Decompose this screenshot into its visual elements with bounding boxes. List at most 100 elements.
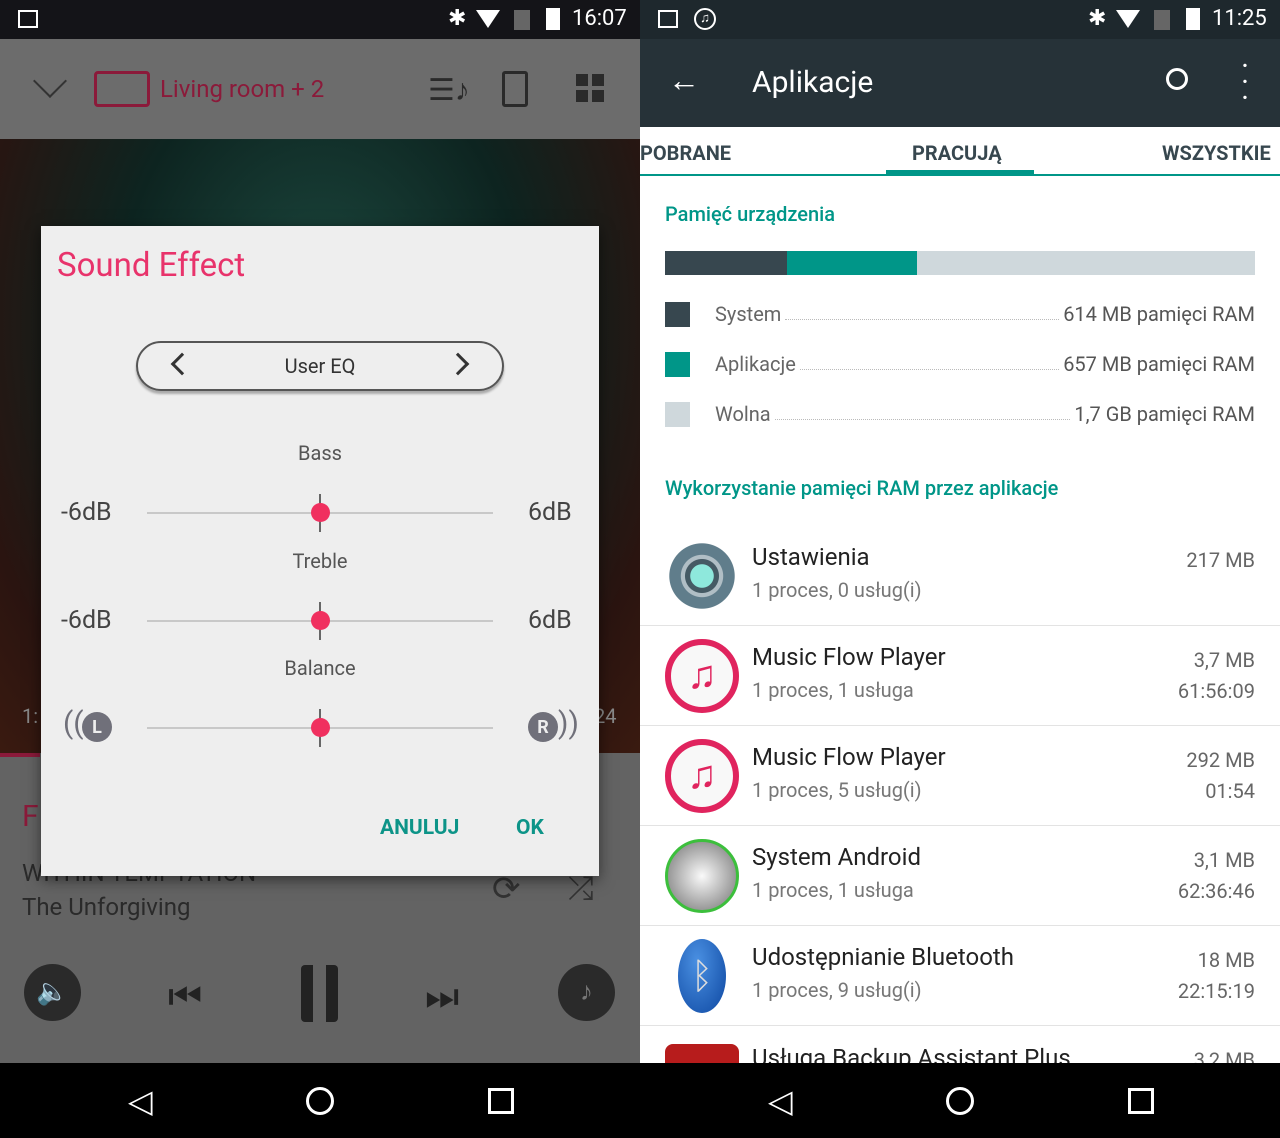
app-name: System Android xyxy=(752,843,921,871)
tab-all[interactable]: WSZYSTKIE xyxy=(1162,141,1271,165)
ram-usage-heading: Wykorzystanie pamięci RAM przez aplikacj… xyxy=(665,476,1059,500)
legend-value: 657 MB pamięci RAM xyxy=(1063,352,1255,376)
image-icon xyxy=(18,10,38,28)
legend-value: 1,7 GB pamięci RAM xyxy=(1074,402,1255,426)
legend-label: Aplikacje xyxy=(715,352,796,376)
tab-running[interactable]: PRACUJĄ xyxy=(912,141,1002,165)
treble-max: 6dB xyxy=(528,606,572,635)
bass-slider-thumb[interactable] xyxy=(311,503,330,522)
app-memory: 217 MB xyxy=(1186,548,1255,572)
running-apps-screen: ♫ ✱ 11:25 ← Aplikacje · · · POBRANE PRACUJ… xyxy=(640,0,1280,1138)
speaker-device-icon[interactable] xyxy=(94,71,150,107)
apps-swatch xyxy=(665,351,690,377)
bluetooth-icon: ✱ xyxy=(448,6,467,31)
legend-value: 614 MB pamięci RAM xyxy=(1063,302,1255,326)
app-uptime: 01:54 xyxy=(1205,779,1255,803)
app-uptime: 22:15:19 xyxy=(1177,979,1255,1003)
list-item[interactable]: ♫ Music Flow Player 1 proces, 5 usług(i)… xyxy=(640,726,1280,826)
sound-effect-dialog: Sound Effect User EQ Bass -6dB 6dB Trebl… xyxy=(41,226,599,876)
ok-button[interactable]: OK xyxy=(516,816,544,840)
app-memory: 292 MB xyxy=(1186,748,1255,772)
battery-icon xyxy=(546,8,560,30)
right-channel-icon: )) xyxy=(558,706,579,741)
preset-selector[interactable]: User EQ xyxy=(136,341,504,391)
list-item[interactable]: System Android 1 proces, 1 usługa 3,1 MB… xyxy=(640,826,1280,926)
clock: 11:25 xyxy=(1212,6,1267,31)
app-uptime: 62:36:46 xyxy=(1177,879,1255,903)
right-channel-badge: R xyxy=(528,712,558,742)
list-item[interactable]: Ustawienia 1 proces, 0 usług(i) 217 MB xyxy=(640,526,1280,626)
home-icon[interactable] xyxy=(306,1087,334,1115)
tab-downloaded[interactable]: POBRANE xyxy=(640,141,731,165)
app-processes: 1 proces, 9 usług(i) xyxy=(752,978,922,1002)
search-icon[interactable] xyxy=(1166,68,1188,90)
more-options-icon[interactable]: · · · xyxy=(1238,52,1252,114)
chevron-down-icon[interactable] xyxy=(33,64,67,98)
previous-icon[interactable]: ⏮ xyxy=(168,975,202,1019)
left-channel-icon: (( xyxy=(63,706,84,741)
app-processes: 1 proces, 1 usługa xyxy=(752,878,914,902)
preset-value: User EQ xyxy=(284,354,356,378)
chevron-left-icon[interactable] xyxy=(170,352,194,376)
bluetooth-icon: ✱ xyxy=(1088,6,1107,31)
legend-free: Wolna 1,7 GB pamięci RAM xyxy=(665,399,1255,429)
status-bar: ✱ 16:07 xyxy=(0,0,640,39)
clock: 16:07 xyxy=(572,6,627,31)
status-bar: ♫ ✱ 11:25 xyxy=(640,0,1280,39)
app-uptime: 61:56:09 xyxy=(1177,679,1255,703)
app-processes: 1 proces, 1 usługa xyxy=(752,678,914,702)
sound-effect-button[interactable]: ♪ xyxy=(558,964,615,1021)
treble-min: -6dB xyxy=(61,606,112,635)
playlist-icon[interactable]: ☰♪ xyxy=(428,73,470,108)
navigation-bar: ◁ xyxy=(640,1063,1280,1138)
bass-max: 6dB xyxy=(528,498,572,527)
balance-label: Balance xyxy=(284,656,356,680)
next-icon[interactable]: ⏭ xyxy=(425,975,459,1019)
back-icon[interactable]: ◁ xyxy=(768,1085,800,1117)
music-flow-icon: ♫ xyxy=(665,739,739,813)
recents-icon[interactable] xyxy=(1128,1088,1154,1114)
image-icon xyxy=(658,10,678,28)
legend-apps: Aplikacje 657 MB pamięci RAM xyxy=(665,349,1255,379)
progress-bar[interactable] xyxy=(0,753,40,757)
navigation-bar: ◁ xyxy=(0,1063,640,1138)
app-memory: 3,7 MB xyxy=(1193,648,1255,672)
memory-bar-apps xyxy=(787,251,917,275)
settings-gear-icon xyxy=(665,539,739,613)
treble-slider-thumb[interactable] xyxy=(311,611,330,630)
memory-bar-system xyxy=(665,251,787,275)
back-arrow-icon[interactable]: ← xyxy=(668,61,700,99)
phone-music-icon[interactable] xyxy=(502,71,528,107)
legend-label: System xyxy=(715,302,782,326)
chevron-right-icon[interactable] xyxy=(446,352,470,376)
wifi-icon xyxy=(1116,10,1140,28)
list-item[interactable]: ᛒ Udostępnianie Bluetooth 1 proces, 9 us… xyxy=(640,926,1280,1026)
page-title: Aplikacje xyxy=(752,65,874,100)
device-name[interactable]: Living room + 2 xyxy=(160,75,324,103)
battery-icon xyxy=(1186,8,1200,30)
tab-bar: POBRANE PRACUJĄ WSZYSTKIE xyxy=(640,127,1280,176)
legend-label: Wolna xyxy=(715,402,771,426)
memory-usage-bar xyxy=(665,251,1255,275)
balance-slider-thumb[interactable] xyxy=(311,718,330,737)
back-icon[interactable]: ◁ xyxy=(128,1085,160,1117)
list-item[interactable]: ♫ Music Flow Player 1 proces, 1 usługa 3… xyxy=(640,626,1280,726)
album: The Unforgiving xyxy=(22,893,191,921)
music-note-icon: ♫ xyxy=(694,8,716,30)
bass-label: Bass xyxy=(298,441,342,465)
wifi-icon xyxy=(476,10,500,28)
left-channel-badge: L xyxy=(82,712,112,742)
app-name: Udostępnianie Bluetooth xyxy=(752,943,1014,971)
cancel-button[interactable]: ANULUJ xyxy=(380,816,459,840)
app-name: Music Flow Player xyxy=(752,643,946,671)
grid-icon[interactable] xyxy=(576,74,604,102)
legend-system: System 614 MB pamięci RAM xyxy=(665,299,1255,329)
pause-icon[interactable] xyxy=(301,965,338,1022)
device-memory-heading: Pamięć urządzenia xyxy=(665,202,836,226)
app-name: Music Flow Player xyxy=(752,743,946,771)
system-swatch xyxy=(665,301,690,327)
volume-button[interactable]: 🔈 xyxy=(24,964,81,1021)
recents-icon[interactable] xyxy=(488,1088,514,1114)
home-icon[interactable] xyxy=(946,1087,974,1115)
app-memory: 3,1 MB xyxy=(1193,848,1255,872)
